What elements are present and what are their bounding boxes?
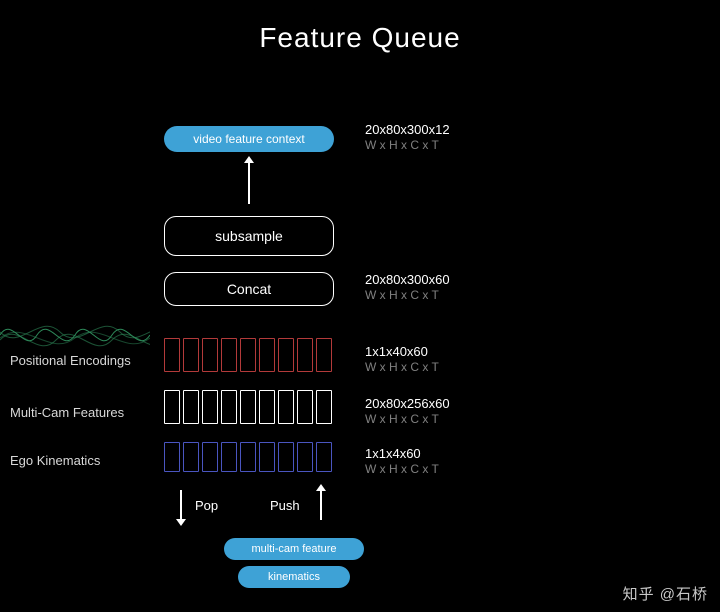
arrow-subsample-to-video — [248, 162, 250, 204]
push-label: Push — [270, 498, 300, 513]
push-arrow-icon — [320, 490, 322, 520]
shape-dims: W x H x C x T — [365, 462, 439, 477]
shape-dims: W x H x C x T — [365, 412, 450, 427]
ego-kinematics-queue — [164, 442, 332, 472]
shape-value: 1x1x40x60 — [365, 344, 439, 360]
multicam-feature-input: multi-cam feature — [224, 538, 364, 560]
shape-value: 20x80x300x60 — [365, 272, 450, 288]
positional-encodings-label: Positional Encodings — [10, 353, 131, 368]
watermark: 知乎 @石桥 — [623, 583, 708, 604]
positional-encodings-shape: 1x1x40x60 W x H x C x T — [365, 344, 439, 375]
shape-value: 20x80x300x12 — [365, 122, 450, 138]
video-feature-context-shape: 20x80x300x12 W x H x C x T — [365, 122, 450, 153]
shape-value: 1x1x4x60 — [365, 446, 439, 462]
kinematics-input: kinematics — [238, 566, 350, 588]
shape-dims: W x H x C x T — [365, 138, 450, 153]
shape-value: 20x80x256x60 — [365, 396, 450, 412]
pop-label: Pop — [195, 498, 218, 513]
multicam-features-queue — [164, 390, 332, 424]
multicam-features-shape: 20x80x256x60 W x H x C x T — [365, 396, 450, 427]
positional-encodings-queue — [164, 338, 332, 372]
concat-shape: 20x80x300x60 W x H x C x T — [365, 272, 450, 303]
concat-block: Concat — [164, 272, 334, 306]
shape-dims: W x H x C x T — [365, 360, 439, 375]
subsample-block: subsample — [164, 216, 334, 256]
multicam-features-label: Multi-Cam Features — [10, 405, 124, 420]
ego-kinematics-label: Ego Kinematics — [10, 453, 100, 468]
diagram-stage: video feature context 20x80x300x12 W x H… — [0, 0, 720, 612]
pop-arrow-icon — [180, 490, 182, 520]
shape-dims: W x H x C x T — [365, 288, 450, 303]
ego-kinematics-shape: 1x1x4x60 W x H x C x T — [365, 446, 439, 477]
video-feature-context-block: video feature context — [164, 126, 334, 152]
